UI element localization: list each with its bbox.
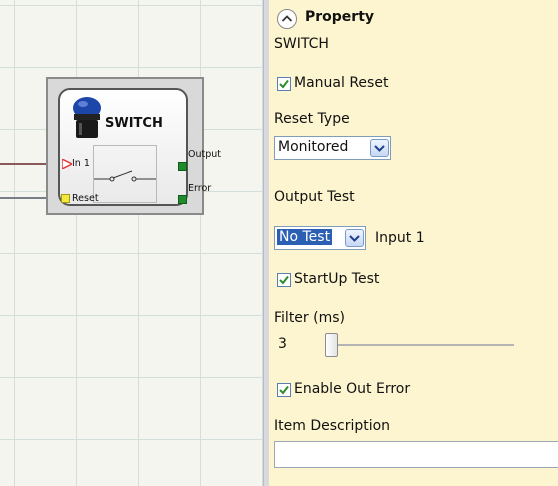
block-title: SWITCH [105, 116, 163, 131]
item-description-input[interactable] [274, 441, 558, 468]
output-test-value: No Test [277, 229, 333, 245]
filter-value: 3 [278, 336, 287, 352]
switch-device-icon [73, 97, 101, 138]
item-description-label: Item Description [274, 418, 391, 434]
switch-block[interactable]: SWITCH In 1 Reset Output Error [46, 77, 221, 215]
manual-reset-checkbox[interactable] [277, 77, 291, 91]
chevron-down-icon [374, 145, 385, 152]
enable-out-error-label: Enable Out Error [294, 381, 411, 397]
filter-slider-track[interactable] [331, 344, 514, 346]
startup-test-label: StartUp Test [294, 271, 380, 287]
checkmark-icon [279, 385, 289, 395]
in1-port-icon[interactable] [62, 159, 72, 169]
reset-type-dropdown-button[interactable] [370, 139, 389, 157]
filter-label: Filter (ms) [274, 310, 345, 326]
switch-symbol-icon [94, 170, 156, 182]
property-header: Property [305, 9, 375, 25]
checkmark-icon [279, 275, 289, 285]
collapse-chevron-up-icon[interactable] [276, 8, 298, 30]
design-canvas[interactable]: SWITCH In 1 Reset Output Error [0, 0, 263, 486]
chevron-down-icon [349, 235, 360, 242]
output-test-input-label: Input 1 [375, 230, 425, 246]
output-label: Output [188, 149, 221, 160]
manual-reset-label: Manual Reset [294, 75, 389, 91]
startup-test-checkbox[interactable] [277, 273, 291, 287]
property-panel: Property SWITCH Manual Reset Reset Type … [269, 0, 558, 486]
switch-block-body: SWITCH [58, 88, 188, 206]
output-test-dropdown-button[interactable] [345, 229, 364, 247]
output-test-select[interactable]: No Test [274, 226, 366, 250]
output-port[interactable] [178, 162, 187, 171]
checkmark-icon [279, 79, 289, 89]
reset-label: Reset [72, 193, 99, 204]
filter-slider-thumb[interactable] [325, 333, 338, 357]
reset-type-label: Reset Type [274, 111, 350, 127]
error-port[interactable] [178, 195, 187, 204]
reset-type-select[interactable]: Monitored [274, 136, 391, 160]
enable-out-error-checkbox[interactable] [277, 383, 291, 397]
reset-type-value: Monitored [278, 139, 349, 155]
switch-symbol-box [93, 145, 157, 203]
in1-label: In 1 [72, 158, 90, 169]
error-label: Error [188, 183, 212, 194]
reset-port[interactable] [61, 194, 70, 203]
output-test-label: Output Test [274, 189, 355, 205]
component-name: SWITCH [274, 36, 329, 52]
